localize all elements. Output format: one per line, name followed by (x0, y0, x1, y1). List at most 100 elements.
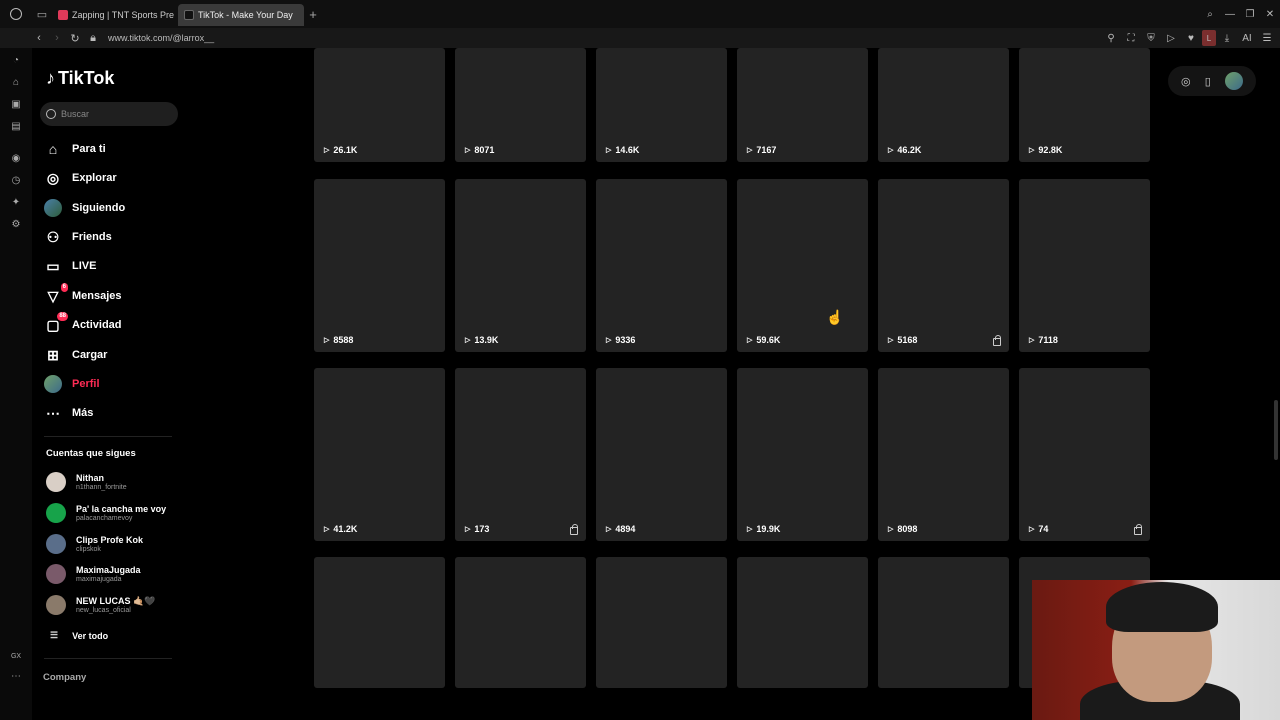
menu-item-perfil[interactable]: Perfil (44, 373, 100, 395)
browser-tab-bar: ▭ Zapping | TNT Sports Pre TikTok - Make… (0, 0, 1280, 28)
video-card[interactable]: ▷ 8098 (878, 368, 1009, 541)
tiktok-note-icon: ♪ (46, 68, 55, 88)
gx-corner-icon[interactable]: ⌂ (10, 77, 22, 89)
video-card[interactable]: ▷ 8071 (455, 48, 586, 162)
opera-gx-logo-icon[interactable] (0, 0, 32, 28)
messenger-icon[interactable]: ▤ (10, 121, 22, 133)
video-card[interactable]: ▷ 5168 (878, 179, 1009, 352)
view-count: ▷ 8098 (888, 524, 917, 534)
restore-icon[interactable]: ❐ (1240, 9, 1260, 20)
following-account[interactable]: Nithan n1thann_fortnite (46, 470, 127, 494)
extensions-icon[interactable]: ✦ (10, 197, 22, 209)
video-card[interactable]: ▷ 19.9K (737, 368, 868, 541)
messages-icon: ▽ 6 (47, 283, 68, 304)
company-link[interactable]: Company (43, 672, 86, 683)
following-account[interactable]: NEW LUCAS 🤙🏼🖤 new_lucas_oficial (46, 593, 155, 617)
pin-icon[interactable]: ⚲ (1102, 30, 1120, 46)
menu-item-mensajes[interactable]: ▽ 6 Mensajes (44, 283, 122, 307)
video-card[interactable] (455, 557, 586, 688)
following-account[interactable]: MaximaJugada maximajugada (46, 562, 141, 586)
view-count: ▷ 92.8K (1029, 145, 1062, 155)
video-card[interactable]: ▷ 9336 (596, 179, 727, 352)
reload-icon[interactable]: ↻ (66, 32, 84, 45)
menu-label: Cargar (72, 349, 108, 361)
avatar[interactable] (1224, 72, 1243, 90)
video-card[interactable] (737, 557, 868, 688)
video-card[interactable] (596, 557, 727, 688)
see-all-button[interactable]: ☰ Ver todo (50, 630, 108, 641)
menu-item-actividad[interactable]: ▢ 88 Actividad (44, 312, 122, 336)
video-card[interactable]: ▷ 41.2K (314, 368, 445, 541)
shield-icon[interactable]: ⛨ (1142, 30, 1160, 46)
profile-avatar[interactable]: L (1202, 30, 1216, 46)
view-count: ▷ 26.1K (324, 145, 357, 155)
video-card[interactable]: ▷ 7118 (1019, 179, 1150, 352)
gx-control-icon[interactable]: ◔ (10, 55, 22, 67)
mobile-icon[interactable]: ▯ (1205, 75, 1211, 88)
view-count-text: 8071 (474, 145, 495, 155)
video-card[interactable]: ▷ 26.1K (314, 48, 445, 162)
video-card[interactable]: ▷ 74 (1019, 368, 1150, 541)
close-icon[interactable]: ✕ (1260, 9, 1280, 20)
player-icon[interactable]: ◉ (10, 153, 22, 165)
following-account[interactable]: Clips Profe Kok clipskok (46, 532, 143, 556)
tab-zapping[interactable]: Zapping | TNT Sports Pre (52, 4, 178, 26)
back-icon[interactable]: ‹ (30, 32, 48, 44)
menu-item-para-ti[interactable]: ⌂ Para ti (44, 138, 106, 160)
following-account[interactable]: Pa' la cancha me voy palacanchamevoy (46, 501, 166, 525)
avatar (46, 534, 66, 554)
menu-label: Perfil (72, 378, 100, 390)
forward-icon[interactable]: › (48, 32, 66, 44)
minimize-icon[interactable]: — (1220, 9, 1240, 20)
video-card[interactable]: ▷ 59.6K (737, 179, 868, 352)
tiktok-sidebar: ♪ TikTok Buscar ⌂ Para ti ◎ Explorar Sig… (32, 48, 192, 720)
heart-icon[interactable]: ♥ (1182, 30, 1200, 46)
menu-icon[interactable]: ☰ (1258, 30, 1276, 46)
explore-icon[interactable]: ◎ (1181, 75, 1191, 88)
menu-item-friends[interactable]: ⚇ Friends (44, 226, 112, 248)
search-input[interactable]: Buscar (40, 102, 178, 126)
profile-avatar-icon (44, 375, 62, 393)
menu-label: Mensajes (72, 290, 122, 302)
settings-icon[interactable]: ⚙ (10, 219, 22, 231)
live-icon: ▭ (46, 257, 60, 274)
search-icon[interactable]: ⌕ (1200, 9, 1220, 20)
tab-tiktok[interactable]: TikTok - Make Your Day (178, 4, 304, 26)
video-card[interactable]: ▷ 92.8K (1019, 48, 1150, 162)
video-card[interactable] (878, 557, 1009, 688)
video-card[interactable] (314, 557, 445, 688)
menu-item-explorar[interactable]: ◎ Explorar (44, 167, 117, 189)
menu-item-mas[interactable]: ⋯ Más (44, 402, 93, 424)
tab-list-icon[interactable]: ▭ (32, 0, 52, 28)
menu-item-siguiendo[interactable]: Siguiendo (44, 197, 125, 219)
play-icon: ▷ (606, 337, 612, 344)
video-card[interactable]: ▷ 13.9K (455, 179, 586, 352)
account-name: Nithan (76, 472, 104, 483)
video-card[interactable]: ▷ 173 (455, 368, 586, 541)
play-icon: ▷ (606, 526, 612, 533)
url-field[interactable]: www.tiktok.com/@larrox__ (108, 33, 214, 43)
video-card[interactable]: ▷ 14.6K (596, 48, 727, 162)
video-card[interactable]: ▷ 46.2K (878, 48, 1009, 162)
history-icon[interactable]: ◷ (10, 175, 22, 187)
menu-item-live[interactable]: ▭ LIVE (44, 255, 96, 277)
view-count-text: 8588 (333, 335, 354, 345)
download-icon[interactable]: ⤓ (1218, 30, 1236, 46)
video-card[interactable]: ▷ 8588 (314, 179, 445, 352)
tiktok-logo[interactable]: ♪ TikTok (46, 68, 114, 89)
video-card[interactable]: ▷ 4894 (596, 368, 727, 541)
twitch-icon[interactable]: ▣ (10, 99, 22, 111)
video-card[interactable]: ▷ 7167 (737, 48, 868, 162)
snapshot-icon[interactable]: ⛶ (1122, 30, 1140, 46)
view-count-text: 92.8K (1038, 145, 1063, 155)
scrollbar[interactable] (1274, 400, 1278, 460)
play-icon[interactable]: ▷ (1162, 30, 1180, 46)
new-tab-button[interactable]: + (304, 7, 322, 22)
more-options-icon[interactable]: ⋯ (10, 671, 22, 683)
ai-icon[interactable]: AI (1238, 30, 1256, 46)
menu-label: Friends (72, 231, 112, 243)
avatar (46, 503, 66, 523)
view-count-text: 14.6K (615, 145, 640, 155)
view-count: ▷ 7167 (747, 145, 776, 155)
menu-item-cargar[interactable]: ⊞ Cargar (44, 344, 107, 366)
